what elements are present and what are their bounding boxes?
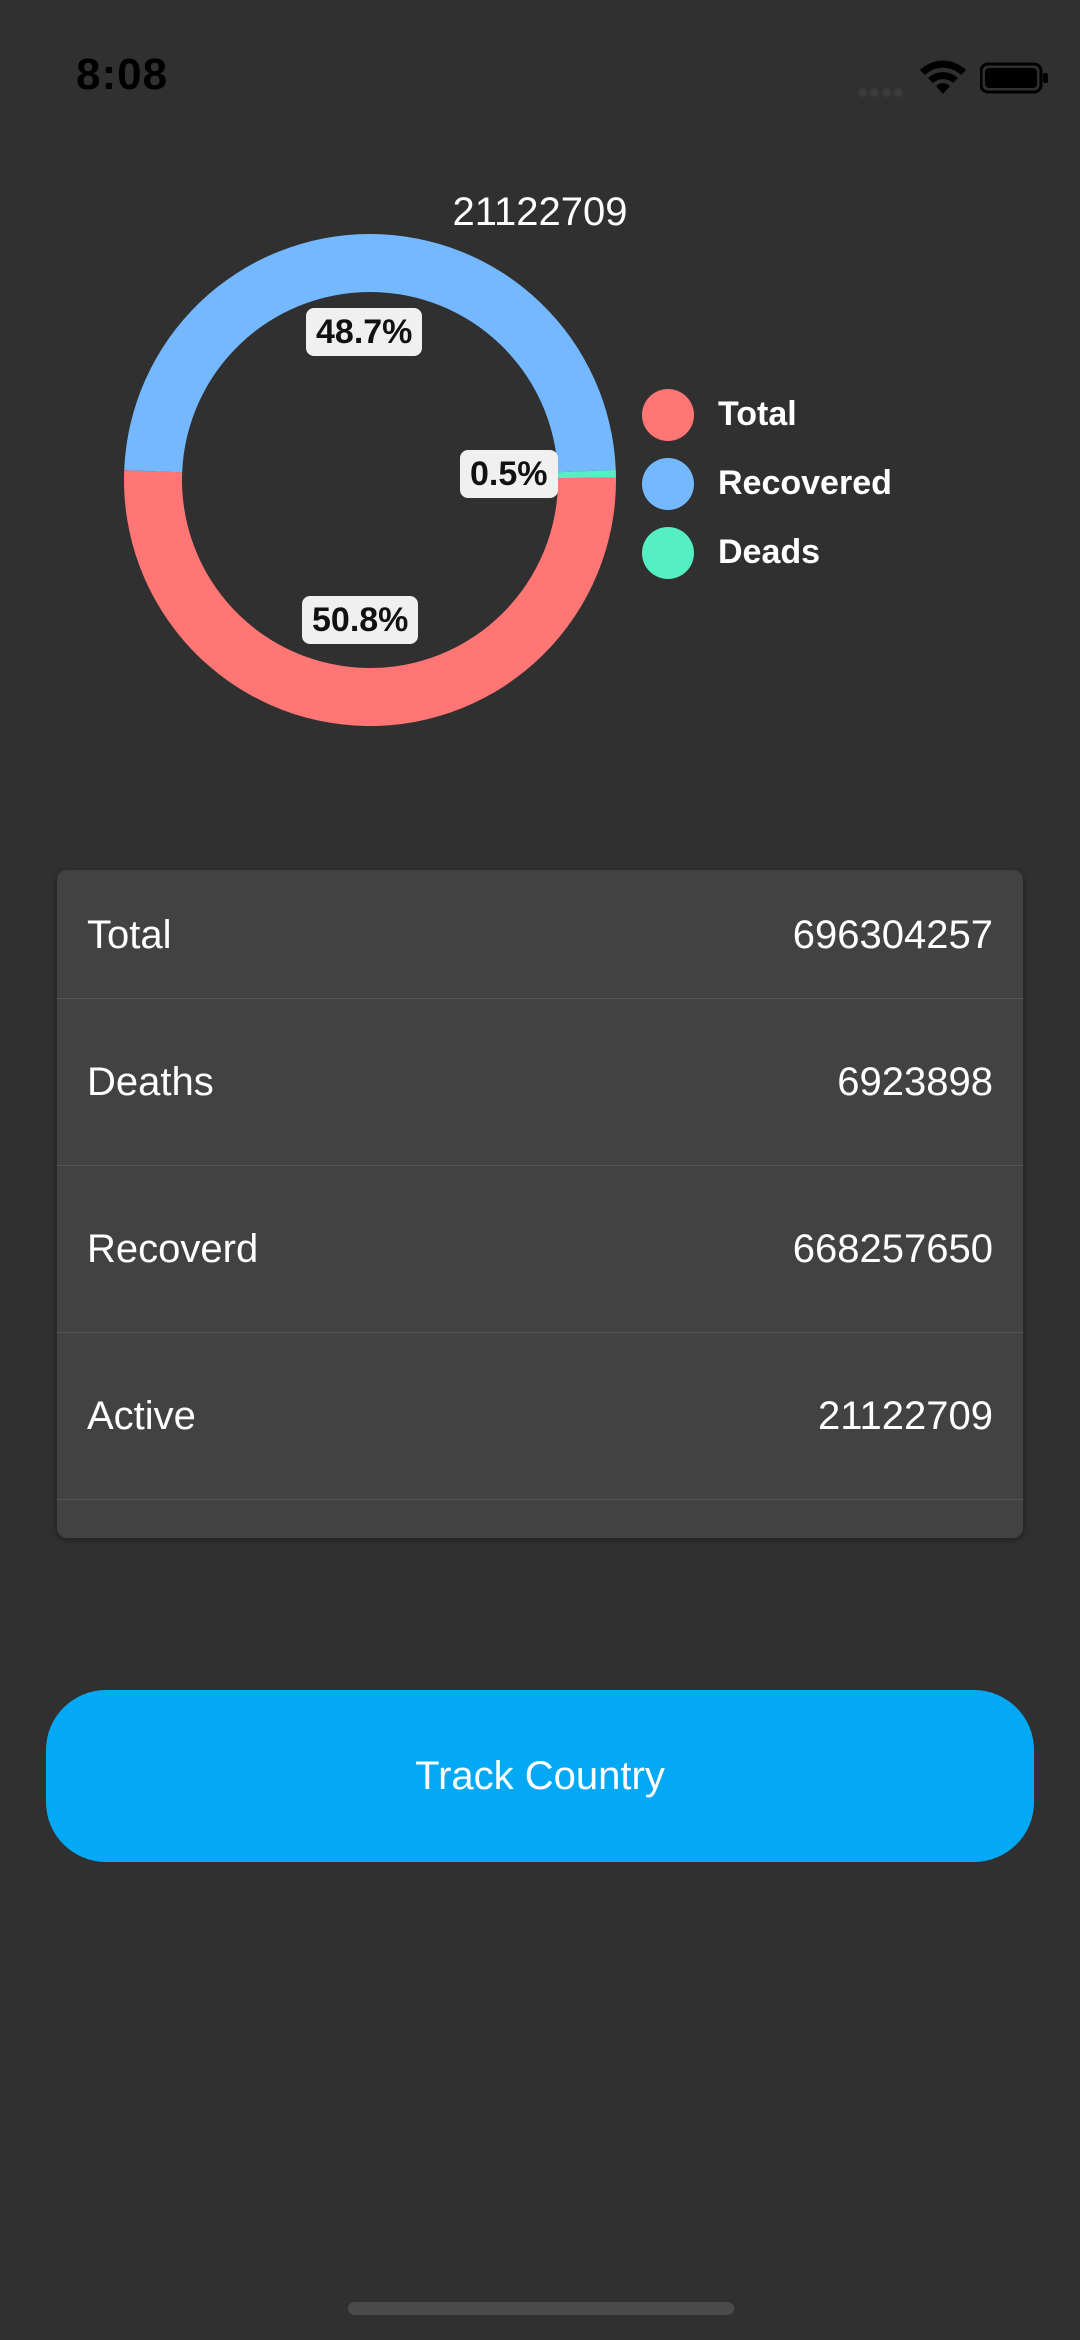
slice-label-total: 50.8% <box>302 596 419 644</box>
stats-label: Recoverd <box>87 1227 259 1271</box>
slice-label-recovered: 48.7% <box>306 308 423 356</box>
legend-item-recovered: Recovered <box>642 449 892 518</box>
stats-value: 696304257 <box>792 912 993 957</box>
home-indicator <box>348 2302 734 2315</box>
legend-label-deads: Deads <box>718 533 821 571</box>
row-divider <box>57 1499 1023 1500</box>
legend-item-deads: Deads <box>642 518 892 587</box>
stats-label: Total <box>87 912 172 957</box>
stats-value: 668257650 <box>792 1227 993 1271</box>
donut-chart: 21122709 48.7% 0.5% 50.8% Total Recovere… <box>0 180 1080 740</box>
status-time: 8:08 <box>76 50 169 99</box>
stats-row-recovered: Recoverd 668257650 <box>57 1166 1023 1333</box>
stats-label: Deaths <box>87 1060 214 1104</box>
chart-legend: Total Recovered Deads <box>642 380 892 587</box>
legend-dot-recovered <box>642 457 694 510</box>
stats-card: Total 696304257 Deaths 6923898 Recoverd … <box>57 870 1023 1538</box>
stats-row-deaths: Deaths 6923898 <box>57 999 1023 1166</box>
signal-dots-icon <box>858 84 906 97</box>
track-country-button[interactable]: Track Country <box>46 1690 1034 1862</box>
app-screen: 8:08 21122709 48.7% 0.5% 50.8% Total Rec… <box>0 0 1080 2340</box>
battery-icon <box>980 62 1048 94</box>
stats-value: 6923898 <box>837 1060 993 1104</box>
legend-item-total: Total <box>642 380 892 449</box>
chart-title: 21122709 <box>452 190 628 234</box>
slice-label-deads: 0.5% <box>460 450 558 498</box>
wifi-icon <box>920 60 966 94</box>
stats-value: 21122709 <box>818 1394 993 1438</box>
legend-dot-total <box>642 388 694 441</box>
legend-label-recovered: Recovered <box>718 464 892 502</box>
stats-label: Active <box>87 1394 196 1438</box>
stats-row-active: Active 21122709 <box>57 1333 1023 1500</box>
stats-row-total: Total 696304257 <box>57 870 1023 1000</box>
legend-label-total: Total <box>718 395 797 433</box>
legend-dot-deads <box>642 526 694 579</box>
